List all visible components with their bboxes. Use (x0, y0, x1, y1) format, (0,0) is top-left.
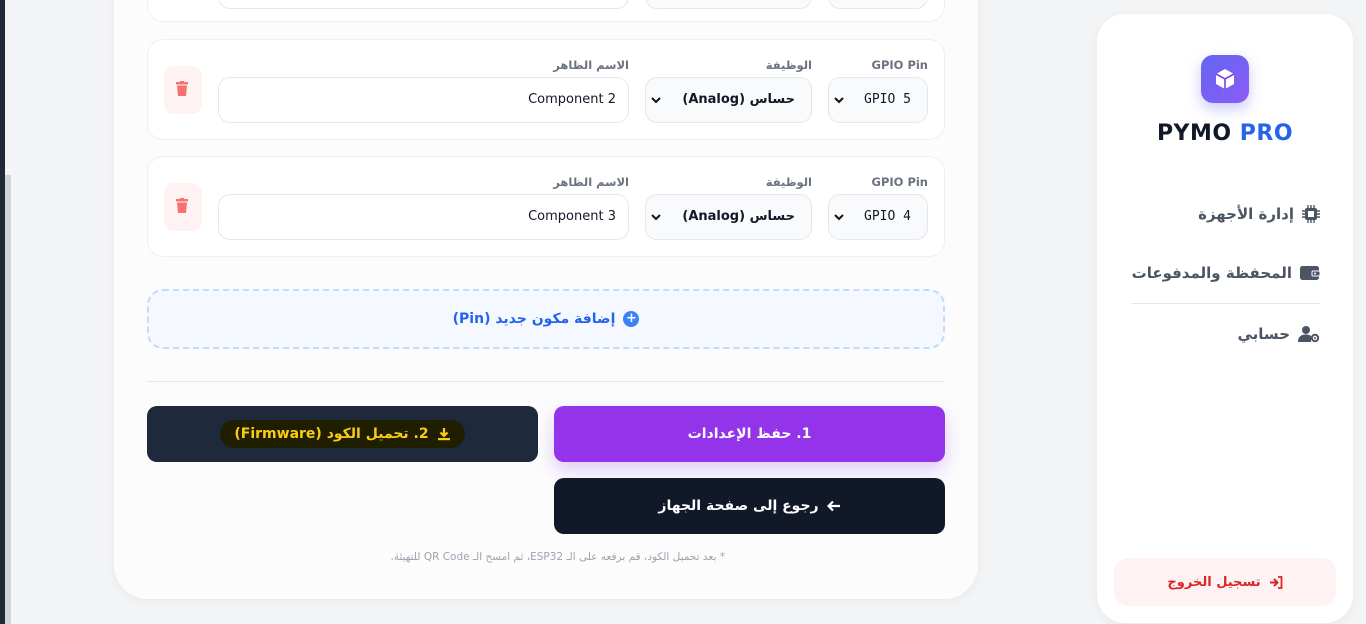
function-select[interactable]: حساس (Analog) (645, 194, 812, 240)
user-gear-icon (1298, 326, 1320, 343)
name-input[interactable] (218, 0, 629, 9)
name-label: الاسم الظاهر (553, 175, 629, 189)
chevron-down-icon (651, 214, 661, 221)
function-value: حساس (Analog) (682, 92, 795, 107)
brand-name: PYMO PRO (1097, 121, 1353, 146)
chevron-down-icon (834, 97, 844, 104)
download-label: 2. تحميل الكود (Firmware) (234, 426, 429, 442)
gpio-label: GPIO Pin (871, 175, 928, 189)
wallet-icon (1300, 266, 1320, 280)
sidebar-item-wallet[interactable]: المحفظة والمدفوعات (1132, 259, 1320, 287)
function-select[interactable]: حساس (Analog) (645, 77, 812, 123)
sidebar-item-account[interactable]: حسابي (1237, 320, 1320, 348)
sidebar-item-devices[interactable]: إدارة الأجهزة (1198, 200, 1320, 228)
cube-icon (1215, 69, 1235, 89)
sidebar-item-label: حسابي (1237, 325, 1290, 343)
save-label: 1. حفظ الإعدادات (687, 426, 812, 442)
chevron-down-icon (834, 214, 844, 221)
logout-icon (1269, 575, 1282, 589)
sidebar-item-label: إدارة الأجهزة (1198, 205, 1294, 223)
sidebar-divider (1131, 303, 1320, 304)
logout-button[interactable]: تسجيل الخروج (1114, 558, 1336, 606)
scrollbar[interactable] (5, 175, 11, 624)
trash-icon (176, 81, 188, 96)
gpio-value: GPIO 5 (864, 92, 911, 107)
footnote: * بعد تحميل الكود، قم برفعه على الـ ESP3… (390, 551, 725, 563)
plus-circle-icon: + (623, 311, 640, 327)
function-label: الوظيفة (765, 175, 812, 189)
back-to-device-button[interactable]: رجوع إلى صفحة الجهاز (554, 478, 945, 534)
function-select[interactable] (645, 0, 812, 9)
gpio-select[interactable]: GPIO 4 (828, 194, 928, 240)
name-input[interactable]: Component 2 (218, 77, 629, 123)
chevron-down-icon (651, 97, 661, 104)
gpio-value: GPIO 4 (864, 209, 911, 224)
brand-suffix: PRO (1239, 121, 1294, 146)
gpio-select[interactable] (828, 0, 928, 9)
name-label: الاسم الظاهر (553, 58, 629, 72)
pin-row: GPIO Pin الوظيفة الاسم الظاهر GPIO 4 حسا… (147, 156, 945, 257)
sidebar: PYMO PRO إدارة الأجهزة المحفظة والمدفوعا… (1097, 14, 1353, 623)
name-value: Component 2 (528, 92, 616, 107)
logo (1201, 55, 1249, 103)
chip-icon (1302, 205, 1320, 223)
trash-icon (176, 198, 188, 213)
gpio-select[interactable]: GPIO 5 (828, 77, 928, 123)
download-icon (437, 428, 450, 441)
arrow-left-icon (826, 500, 840, 512)
function-value: حساس (Analog) (682, 209, 795, 224)
delete-pin-button[interactable] (164, 183, 202, 231)
back-label: رجوع إلى صفحة الجهاز (658, 498, 819, 514)
add-pin-label: إضافة مكون جديد (Pin) (452, 311, 616, 327)
download-firmware-button[interactable]: 2. تحميل الكود (Firmware) (147, 406, 538, 462)
name-value: Component 3 (528, 209, 616, 224)
name-input[interactable]: Component 3 (218, 194, 629, 240)
delete-pin-button[interactable] (164, 66, 202, 114)
save-settings-button[interactable]: 1. حفظ الإعدادات (554, 406, 945, 462)
brand-main: PYMO (1156, 121, 1232, 146)
download-highlight: 2. تحميل الكود (Firmware) (220, 420, 465, 448)
function-label: الوظيفة (765, 58, 812, 72)
pin-row: GPIO Pin الوظيفة الاسم الظاهر GPIO 5 حسا… (147, 39, 945, 140)
logout-label: تسجيل الخروج (1167, 574, 1261, 590)
sidebar-item-label: المحفظة والمدفوعات (1131, 264, 1292, 282)
gpio-label: GPIO Pin (871, 58, 928, 72)
divider (147, 381, 945, 382)
pin-row-partial (147, 0, 945, 22)
add-pin-button[interactable]: + إضافة مكون جديد (Pin) (147, 289, 945, 349)
